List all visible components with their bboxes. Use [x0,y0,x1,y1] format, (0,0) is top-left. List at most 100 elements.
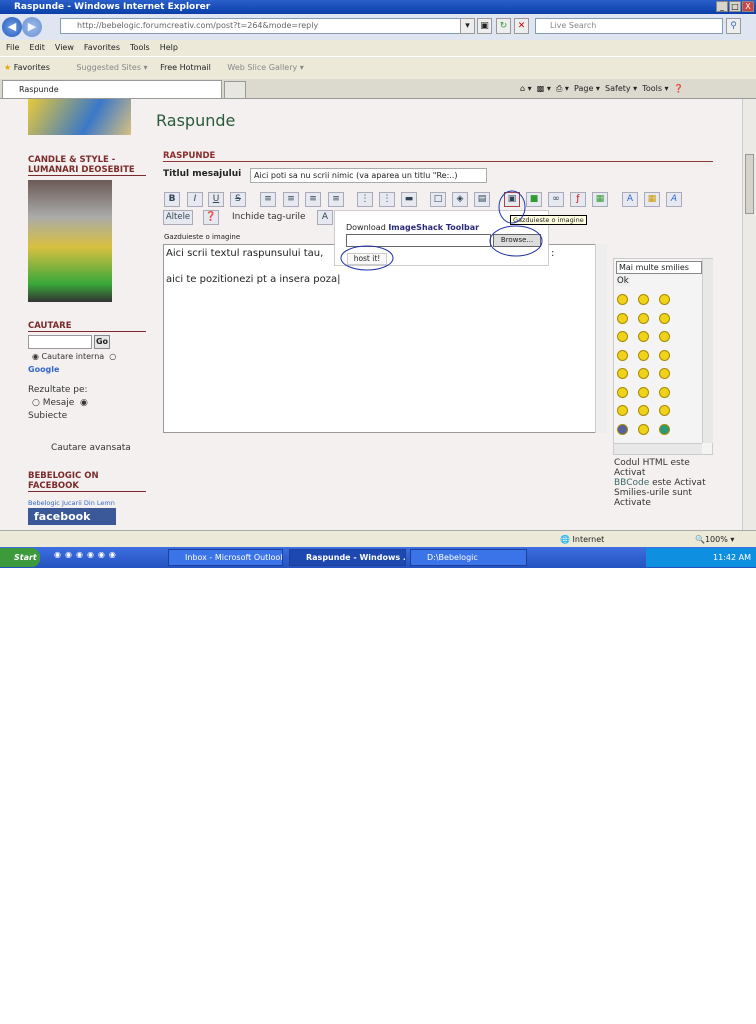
others-button[interactable]: Altele [163,210,193,225]
print-icon[interactable]: ⎙ ▾ [556,84,569,93]
address-input[interactable]: http://bebelogic.forumcreativ.com/post?t… [60,18,472,34]
flash-icon[interactable]: ƒ [570,192,586,207]
page-menu[interactable]: Page ▾ [574,84,600,93]
taskbar: Start ◉◉◉◉◉◉ Inbox - Microsoft Outlook R… [0,547,756,568]
smiley-icon[interactable] [659,405,670,416]
zoom-level[interactable]: 🔍100% ▾ [695,531,734,548]
smilies-vscroll[interactable] [702,259,713,443]
address-dropdown[interactable]: ▾ [460,18,475,34]
task-outlook[interactable]: Inbox - Microsoft Outlook [168,549,283,566]
smiley-icon[interactable] [617,312,628,324]
facebook-page-link[interactable]: Bebelogic Jucarii Din Lemn [28,499,115,507]
smiley-icon[interactable] [659,423,670,435]
smiley-icon[interactable] [659,331,670,342]
candle-image[interactable] [28,180,112,302]
advanced-search-link[interactable]: Cautare avansata [51,443,131,453]
html-status: Codul HTML este Activat [614,458,690,478]
bold-button[interactable]: B [164,192,180,207]
smiley-icon[interactable] [638,423,649,435]
textarea-scrollbar[interactable] [595,244,607,433]
smiley-icon[interactable] [659,294,670,305]
underline-button[interactable]: U [208,192,224,207]
safety-menu[interactable]: Safety ▾ [605,84,637,93]
smiley-icon[interactable] [617,349,628,361]
smiley-icon[interactable] [638,386,649,398]
smiley-icon[interactable] [638,312,649,324]
smiley-icon[interactable] [659,386,670,398]
align-left-icon[interactable]: ≡ [260,192,276,207]
video-icon[interactable]: ▦ [592,192,608,207]
menu-help[interactable]: Help [160,43,178,52]
align-right-icon[interactable]: ≡ [305,192,321,207]
search-icon[interactable]: ⚲ [726,18,741,34]
smiley-icon[interactable] [638,294,649,305]
sidebar-search-input[interactable] [28,335,92,349]
suggested-sites-link[interactable]: Suggested Sites ▾ [76,63,147,72]
smilies-select[interactable]: Mai multe smilies [616,261,702,274]
link-icon[interactable]: ∞ [548,192,564,207]
smiley-icon[interactable] [638,349,649,361]
smiley-icon[interactable] [659,368,670,379]
forward-button[interactable]: ▶ [22,17,42,37]
smilies-hscroll[interactable] [614,443,702,454]
quick-launch[interactable]: ◉◉◉◉◉◉ [54,550,120,559]
tab-raspunde[interactable]: Raspunde [2,80,222,99]
smiley-icon[interactable] [638,331,649,342]
back-button[interactable]: ◀ [2,17,22,37]
post-settings: Codul HTML este Activat BBCode este Acti… [614,458,714,508]
task-explorer[interactable]: D:\Bebelogic [410,549,527,566]
smiley-icon[interactable] [617,386,628,398]
facebook-logo[interactable]: facebook [28,508,116,525]
smiley-icon[interactable] [659,312,670,324]
annotation-circles [340,190,543,271]
web-slice-gallery-link[interactable]: Web Slice Gallery ▾ [227,63,303,72]
align-center-icon[interactable]: ≡ [283,192,299,207]
smiley-icon[interactable] [638,368,649,379]
bbcode-status: BBCode este Activat [614,478,706,488]
new-tab-button[interactable] [224,81,246,99]
smiley-icon[interactable] [617,294,628,305]
help-button[interactable]: ❓ [203,210,219,225]
help-icon[interactable]: ❓ [674,84,684,93]
smiley-icon[interactable] [638,405,649,416]
menu-view[interactable]: View [55,43,74,52]
subject-input[interactable]: Aici poti sa nu scrii nimic (va aparea u… [250,168,487,183]
menu-favorites[interactable]: Favorites [84,43,120,52]
strike-button[interactable]: S [230,192,246,207]
favorites-button[interactable]: Favorites [14,63,50,72]
tools-menu[interactable]: Tools ▾ [642,84,668,93]
refresh-icon[interactable]: ↻ [496,18,511,34]
smiley-icon[interactable] [659,349,670,361]
window-title: Raspunde - Windows Internet Explorer [14,2,211,12]
feeds-icon[interactable]: ▩ ▾ [537,84,551,93]
close-tags-button[interactable]: Inchide tag-urile [232,212,306,222]
scroll-thumb[interactable] [745,154,754,214]
maximize-button[interactable]: □ [729,1,741,12]
task-ie[interactable]: Raspunde - Windows ... [289,549,406,566]
search-input[interactable]: Live Search [535,18,723,34]
messages-radio[interactable]: ○ Mesaje ◉ [32,398,88,408]
free-hotmail-link[interactable]: Free Hotmail [160,63,211,72]
menu-edit[interactable]: Edit [29,43,45,52]
stop-icon[interactable]: ✕ [514,18,529,34]
italic-button[interactable]: I [187,192,203,207]
smiley-icon[interactable] [617,331,628,342]
minimize-button[interactable]: _ [716,1,728,12]
home-icon[interactable]: ⌂ ▾ [520,84,532,93]
font-icon[interactable]: A [666,192,682,207]
bbcode-link[interactable]: BBCode [614,478,649,488]
page-scrollbar[interactable] [742,99,756,530]
compat-view-icon[interactable]: ▣ [477,18,492,34]
smiley-icon[interactable] [617,405,628,416]
smilies-ok-button[interactable]: Ok [616,276,630,286]
close-button[interactable]: X [742,1,754,12]
start-button[interactable]: Start [0,548,40,567]
internal-search-radio[interactable]: ◉ Cautare interna ○ [32,352,116,361]
smiley-icon[interactable] [617,423,628,435]
go-button[interactable]: Go [94,335,110,349]
menu-file[interactable]: File [6,43,19,52]
menu-tools[interactable]: Tools [130,43,150,52]
background-color-icon[interactable]: ▦ [644,192,660,207]
smiley-icon[interactable] [617,368,628,379]
font-color-icon[interactable]: A [622,192,638,207]
